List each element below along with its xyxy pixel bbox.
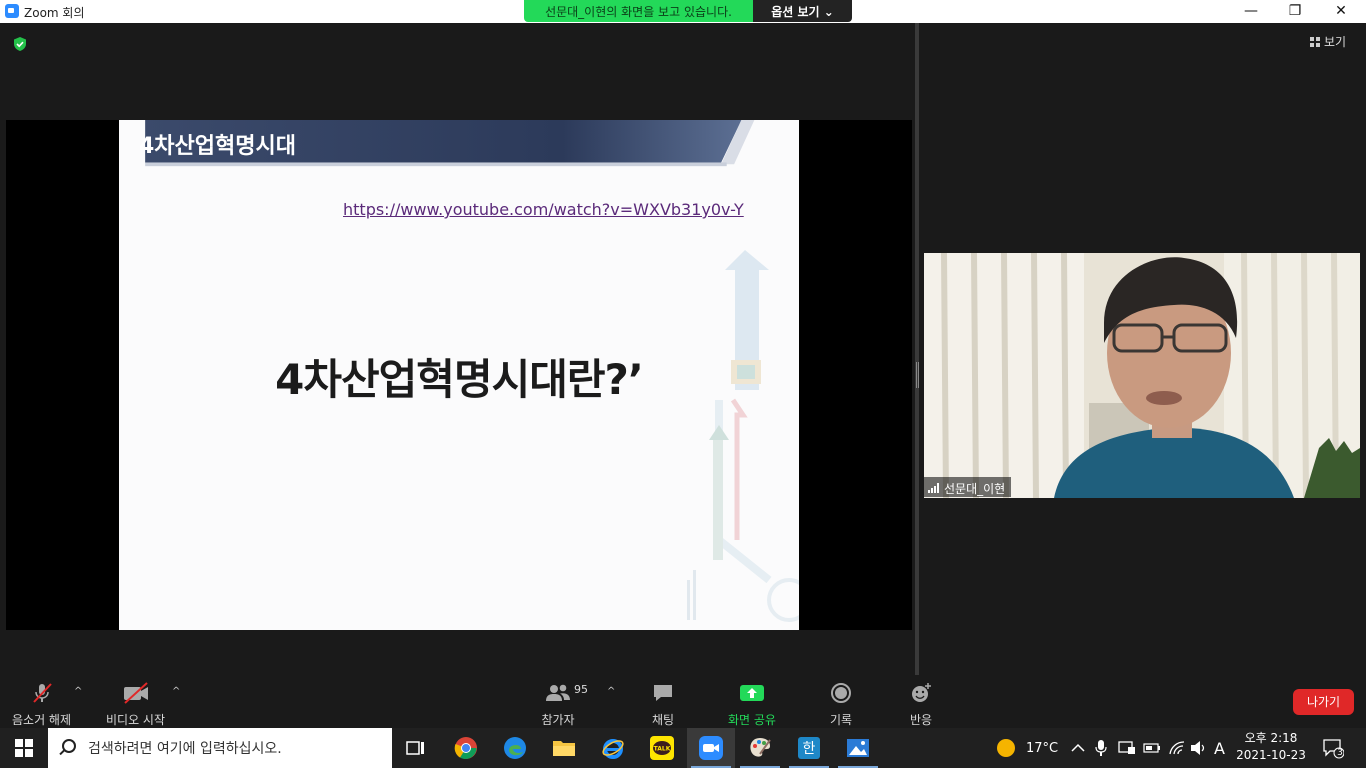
start-video-label: 비디오 시작 <box>106 713 166 727</box>
battery-tray-icon[interactable] <box>1143 728 1161 768</box>
kakaotalk-icon: TALK <box>650 736 674 760</box>
folder-icon <box>553 741 575 756</box>
microphone-tray-icon[interactable] <box>1095 728 1107 768</box>
taskbar-chrome[interactable] <box>442 728 490 768</box>
grid-icon <box>1310 36 1320 47</box>
participants-options-caret[interactable]: ^ <box>607 686 615 697</box>
taskbar-hangul[interactable]: 한 <box>785 728 833 768</box>
divider-drag-handle[interactable] <box>916 362 919 388</box>
share-screen-label: 화면 공유 <box>728 713 776 727</box>
sun-weather-icon <box>997 739 1015 757</box>
view-options-button[interactable]: 옵션 보기 ⌄ <box>753 0 852 22</box>
clock-time: 오후 2:18 <box>1244 731 1298 745</box>
chat-button[interactable]: 채팅 <box>648 681 678 728</box>
temperature: 17°C <box>1026 740 1059 756</box>
video-options-caret[interactable]: ^ <box>172 686 180 697</box>
encryption-shield-icon[interactable] <box>12 36 28 52</box>
close-button[interactable]: ✕ <box>1318 0 1364 23</box>
task-view-icon <box>406 741 424 755</box>
record-icon <box>831 683 851 703</box>
taskbar-search-box[interactable]: 검색하려면 여기에 입력하십시오. <box>48 728 392 768</box>
participant-name-tag: 선문대_이현 <box>924 477 1012 497</box>
taskbar-photos[interactable] <box>834 728 882 768</box>
chat-icon <box>654 685 672 701</box>
start-button[interactable] <box>0 728 48 768</box>
share-screen-button[interactable]: 화면 공유 <box>724 681 780 728</box>
windows-taskbar: 검색하려면 여기에 입력하십시오. TALK 한 17°C A 오후 2:18 … <box>0 728 1366 768</box>
participants-label: 참가자 <box>541 713 575 727</box>
clock-date: 2021-10-23 <box>1236 748 1306 762</box>
ime-indicator[interactable]: A <box>1214 728 1225 768</box>
restore-button[interactable]: ❐ <box>1272 0 1318 23</box>
share-screen-arrow-icon <box>740 685 764 701</box>
kakaotalk-label: TALK <box>654 746 671 753</box>
search-placeholder: 검색하려면 여기에 입력하십시오. <box>88 741 282 757</box>
chat-label: 채팅 <box>651 713 675 727</box>
hangul-label: 한 <box>803 741 816 757</box>
hangul-word-icon: 한 <box>798 737 820 759</box>
meeting-toolbar <box>0 675 1366 728</box>
taskbar-edge[interactable] <box>491 728 539 768</box>
reactions-label: 반응 <box>909 713 933 727</box>
panel-divider[interactable] <box>915 23 919 675</box>
edge-icon <box>504 737 526 759</box>
participant-name: 선문대_이현 <box>944 481 1006 496</box>
photos-icon <box>847 739 869 757</box>
participants-button[interactable]: 참가자 <box>540 681 576 728</box>
notification-count: 3 <box>1337 748 1343 758</box>
internet-explorer-icon <box>602 739 624 759</box>
unmute-label: 음소거 해제 <box>12 713 72 727</box>
speaker-icon <box>1191 741 1205 755</box>
taskbar-kakaotalk[interactable]: TALK <box>638 728 686 768</box>
emoji-reaction-icon <box>912 683 931 702</box>
slide-decoration-graphic <box>687 250 799 622</box>
paint-palette-icon <box>750 738 771 757</box>
participant-count: 95 <box>574 683 588 696</box>
slide-youtube-link[interactable]: https://www.youtube.com/watch?v=WXVb31y0… <box>343 200 744 219</box>
muted-microphone-icon <box>32 683 52 703</box>
show-hidden-icons-button[interactable] <box>1071 728 1085 768</box>
search-icon <box>62 739 76 753</box>
taskbar-clock[interactable]: 오후 2:18 2021-10-23 <box>1232 730 1310 764</box>
security-tray-icon[interactable] <box>1118 728 1136 768</box>
start-video-button[interactable]: 비디오 시작 <box>106 681 165 728</box>
network-tray-icon[interactable] <box>1168 728 1186 768</box>
window-title: Zoom 회의 <box>24 6 85 20</box>
reactions-button[interactable]: 반응 <box>906 681 936 728</box>
shared-slide: 4차산업혁명시대 https://www.youtube.com/watch?v… <box>119 120 799 630</box>
battery-icon <box>1143 743 1160 753</box>
audio-options-caret[interactable]: ^ <box>74 686 82 697</box>
windows-logo-icon <box>15 739 33 757</box>
view-layout-button[interactable]: 보기 <box>1310 33 1346 50</box>
monitor-lock-icon <box>1118 741 1135 754</box>
zoom-meeting-window: Zoom 회의 — ❐ ✕ 선문대_이현의 화면을 보고 있습니다. 옵션 보기… <box>0 0 1366 768</box>
taskbar-file-explorer[interactable] <box>540 728 588 768</box>
leave-meeting-button[interactable]: 나가기 <box>1293 689 1354 715</box>
taskbar-paint[interactable] <box>736 728 784 768</box>
taskbar-zoom[interactable] <box>687 728 735 768</box>
participant-video-frame <box>924 253 1360 498</box>
volume-tray-icon[interactable] <box>1190 728 1208 768</box>
record-label: 기록 <box>829 713 853 727</box>
participants-icon <box>546 684 570 701</box>
video-off-icon <box>123 682 148 704</box>
zoom-icon <box>699 736 723 760</box>
taskbar-internet-explorer[interactable] <box>589 728 637 768</box>
microphone-icon <box>1095 740 1107 756</box>
signal-strength-icon <box>928 483 939 493</box>
weather-widget[interactable]: 17°C <box>996 728 1058 768</box>
share-status-text: 선문대_이현의 화면을 보고 있습니다. <box>524 0 753 22</box>
slide-title: 4차산업혁명시대 <box>139 134 296 159</box>
zoom-app-icon <box>5 4 19 18</box>
minimize-button[interactable]: — <box>1228 0 1274 23</box>
view-label: 보기 <box>1324 35 1347 49</box>
task-view-button[interactable] <box>392 728 440 768</box>
participant-video[interactable] <box>924 253 1360 498</box>
screen-share-banner: 선문대_이현의 화면을 보고 있습니다. 옵션 보기 ⌄ <box>524 0 852 22</box>
wifi-icon <box>1169 741 1185 755</box>
chevron-up-icon <box>1071 743 1085 752</box>
record-button[interactable]: 기록 <box>826 681 856 728</box>
chrome-icon <box>454 737 477 759</box>
unmute-button[interactable]: 음소거 해제 <box>12 681 71 728</box>
